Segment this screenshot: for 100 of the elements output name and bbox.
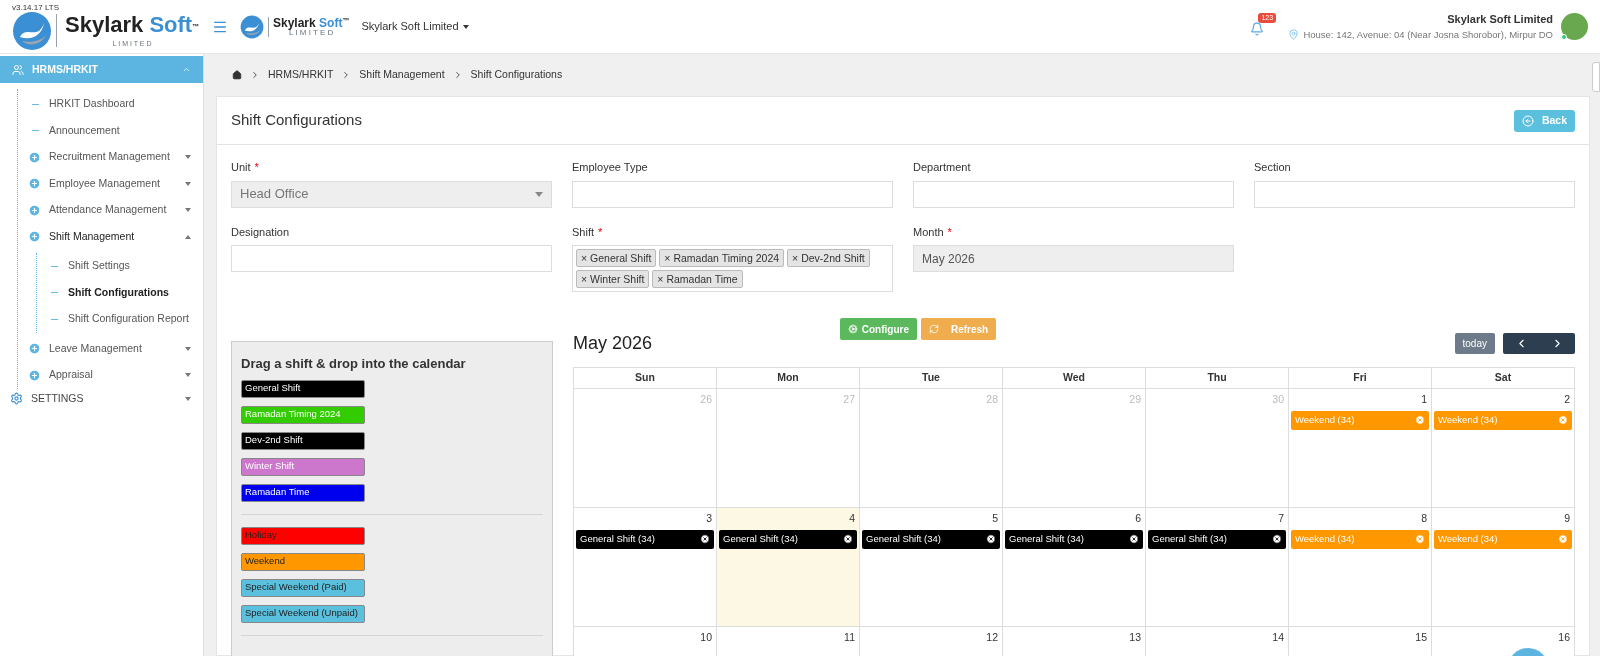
settings-menu[interactable]: SETTINGS	[0, 388, 203, 409]
day-number: 10	[700, 630, 713, 645]
plus-circle-icon	[28, 150, 41, 164]
sidebar-subitem[interactable]: Shift Settings	[37, 253, 203, 280]
calendar-day[interactable]: 12	[860, 627, 1003, 656]
day-number: 26	[700, 392, 713, 407]
caret-icon	[185, 155, 191, 160]
gear-icon	[847, 324, 858, 334]
logo-text: Skylark Soft$^{™}$	[65, 14, 200, 36]
remove-icon[interactable]	[1272, 534, 1282, 545]
calendar-day[interactable]: 3 General Shift (34)	[574, 508, 717, 627]
calendar-day[interactable]: 7 General Shift (34)	[1146, 508, 1289, 627]
sidebar-group[interactable]: Attendance Management	[18, 197, 203, 224]
day-number: 14	[1272, 630, 1285, 645]
remove-icon[interactable]	[1129, 534, 1139, 545]
plus-circle-icon	[28, 342, 41, 356]
required-mark: *	[947, 224, 952, 240]
plus-circle-icon	[28, 368, 41, 382]
input-field[interactable]	[231, 245, 552, 272]
avatar[interactable]	[1561, 13, 1588, 40]
sidebar-group[interactable]: Employee Management	[18, 170, 203, 197]
logo-text: Skylark Soft$^{™}$	[273, 16, 350, 29]
shift-tag[interactable]: × Ramadan Timing 2024	[659, 249, 785, 267]
location-icon	[1288, 29, 1300, 41]
company-dropdown[interactable]: Skylark Soft Limited	[361, 18, 469, 35]
caret-icon	[185, 346, 191, 351]
field-label: Employee Type	[572, 160, 648, 175]
remove-icon[interactable]	[700, 534, 710, 545]
day-number: 15	[1415, 630, 1428, 645]
sidebar-group[interactable]: Leave Management	[18, 335, 203, 362]
remove-icon[interactable]	[843, 534, 853, 545]
caret-icon	[182, 65, 191, 74]
calendar-event[interactable]: General Shift (34)	[1148, 529, 1286, 549]
day-number: 6	[1135, 511, 1142, 526]
calendar-day[interactable]: 11	[717, 627, 860, 656]
day-number: 4	[849, 511, 856, 526]
caret-icon	[185, 181, 191, 186]
shift-tag[interactable]: × Dev-2nd Shift	[787, 249, 870, 267]
day-type-chip[interactable]: Holiday	[241, 526, 365, 545]
users-icon	[12, 63, 24, 76]
breadcrumb-link[interactable]: Shift Management	[359, 67, 445, 83]
input-field[interactable]	[572, 180, 893, 208]
notification-icon[interactable]	[1250, 21, 1265, 36]
sidebar-group[interactable]: Recruitment Management	[18, 144, 203, 171]
field-label: Designation	[231, 224, 290, 240]
side-panel-tab[interactable]	[1592, 62, 1600, 92]
plus-circle-icon	[28, 230, 41, 244]
sidebar-subitem[interactable]: Shift Configurations	[37, 279, 203, 306]
sidebar-item[interactable]: HRKIT Dashboard	[18, 91, 203, 118]
day-number: 28	[986, 392, 999, 407]
calendar-day[interactable]: 5 General Shift (34)	[860, 508, 1003, 627]
refresh-icon	[929, 324, 939, 334]
shift-chip[interactable]: Ramadan Time	[241, 483, 365, 502]
input-field[interactable]	[1254, 180, 1575, 208]
calendar-day[interactable]: 14	[1146, 627, 1289, 656]
day-number: 9	[1564, 511, 1571, 526]
sidebar-subitem[interactable]: Shift Configuration Report	[37, 306, 203, 333]
remove-icon[interactable]	[986, 534, 996, 545]
day-number: 8	[1421, 511, 1428, 526]
plus-circle-icon	[28, 177, 41, 191]
logo-icon	[240, 14, 264, 39]
shift-chip[interactable]: General Shift	[241, 379, 365, 398]
shift-tag[interactable]: × General Shift	[576, 249, 657, 267]
settings-icon	[10, 392, 23, 405]
sidebar-item[interactable]: Announcement	[18, 117, 203, 144]
calendar-day[interactable]: 6 General Shift (34)	[1003, 508, 1146, 627]
calendar-event[interactable]: General Shift (34)	[862, 529, 1000, 549]
calendar-day[interactable]: 15	[1289, 627, 1432, 656]
field-label: Department	[913, 160, 971, 175]
required-mark: *	[254, 160, 259, 175]
shift-tag[interactable]: × Winter Shift	[576, 270, 650, 288]
today-button[interactable]: today	[1454, 332, 1495, 354]
field-label: Month	[913, 224, 944, 240]
field-label: Section	[1254, 160, 1291, 175]
calendar-event[interactable]: General Shift (34)	[576, 529, 714, 549]
page-title: Shift Configurations	[231, 110, 362, 131]
calendar-day[interactable]: 10	[574, 627, 717, 656]
day-number: 30	[1272, 392, 1285, 407]
caret-icon	[185, 234, 191, 239]
tag-select-field[interactable]: × General Shift × Ramadan Timing 2024 × Dev-2nd Shift × Winter Shift × Ramadan Time	[572, 245, 893, 292]
home-icon[interactable]	[232, 70, 242, 80]
calendar-day[interactable]: 4 General Shift (34)	[717, 508, 860, 627]
sidebar-group[interactable]: Appraisal	[18, 362, 203, 389]
shift-tag[interactable]: × Ramadan Time	[652, 270, 743, 288]
day-type-chip[interactable]: Weekend	[241, 552, 365, 571]
calendar-day[interactable]: 16	[1432, 627, 1575, 656]
profile-name: Skylark Soft Limited	[1447, 12, 1553, 28]
breadcrumb-link[interactable]: HRMS/HRKIT	[268, 67, 334, 83]
calendar-event[interactable]: General Shift (34)	[719, 529, 857, 549]
sidebar-group[interactable]: Shift Management	[18, 223, 203, 250]
day-type-chip[interactable]: Special Weekend (Paid)	[241, 578, 365, 597]
breadcrumb-link[interactable]: Shift Configurations	[470, 67, 563, 83]
plus-circle-icon	[28, 203, 41, 217]
logo-icon	[12, 10, 52, 51]
shift-chip[interactable]: Dev-2nd Shift	[241, 431, 365, 450]
calendar-event[interactable]: General Shift (34)	[1005, 529, 1143, 549]
input-field[interactable]	[913, 180, 1234, 208]
calendar-day[interactable]: 13	[1003, 627, 1146, 656]
day-type-chip[interactable]: Special Weekend (Unpaid)	[241, 604, 365, 623]
caret-icon	[462, 24, 469, 29]
